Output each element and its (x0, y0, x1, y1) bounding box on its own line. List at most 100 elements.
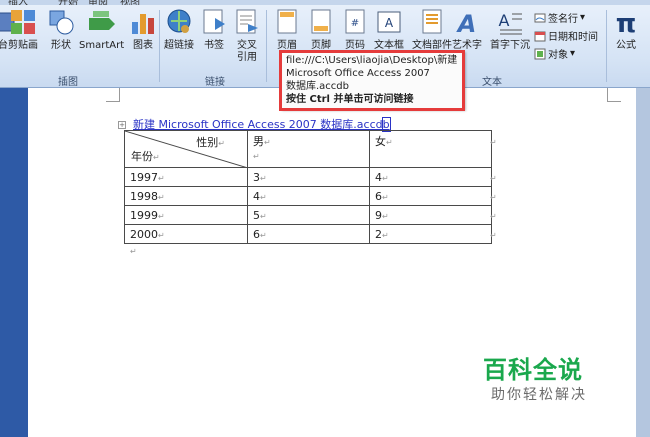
dropcap-label: 首字下沉 (490, 40, 530, 51)
right-margin-bar (636, 88, 650, 437)
crossref-icon (232, 8, 262, 36)
textbox-icon: A (374, 8, 404, 36)
data-table[interactable]: 性别↵ 年份↵ 男↵ ↵ 女↵ 1997↵ 3↵ 4↵ 1998↵ 4↵ 6↵ 1… (124, 130, 492, 244)
row-end-mark: ↵ (490, 193, 497, 202)
dropcap-icon: A (495, 8, 525, 36)
row-end-mark: ↵ (490, 174, 497, 183)
equation-button[interactable]: π 公式 (611, 8, 641, 52)
header-male[interactable]: 男↵ ↵ (247, 130, 370, 168)
bookmark-button[interactable]: 书签 (199, 8, 229, 52)
footer-button[interactable]: 页脚 (306, 8, 336, 52)
cell-male[interactable]: 6↵ (247, 224, 370, 244)
table-row: 1997↵ 3↵ 4↵ (124, 167, 492, 187)
menu-tab[interactable]: 开始 (58, 0, 78, 5)
crop-mark (106, 88, 120, 102)
dropcap-button[interactable]: A 首字下沉 (490, 8, 530, 52)
header-gender: 性别↵ (196, 136, 225, 149)
header-button[interactable]: 页眉 (272, 8, 302, 52)
paragraph-mark: ↵ (130, 247, 137, 256)
hyperlink-button[interactable]: 超链接 (164, 8, 194, 52)
shapes-button[interactable]: 形状 (46, 8, 76, 52)
textbox-button[interactable]: A 文本框 (374, 8, 404, 52)
left-margin-bar (0, 88, 28, 437)
hyperlink-label: 超链接 (164, 40, 194, 51)
equation-label: 公式 (616, 40, 636, 51)
wordart-icon: A (452, 8, 482, 36)
table-row: 1998↵ 4↵ 6↵ (124, 186, 492, 206)
crossref-button[interactable]: 交叉 引用 (232, 8, 262, 64)
picture-label: 台 (0, 40, 8, 51)
datetime-label: 日期和时间 (548, 32, 598, 43)
cell-male[interactable]: 4↵ (247, 186, 370, 206)
group-separator (159, 10, 160, 82)
cell-male[interactable]: 3↵ (247, 167, 370, 187)
cell-year[interactable]: 2000↵ (124, 224, 248, 244)
svg-text:A: A (456, 10, 477, 36)
cell-year[interactable]: 1997↵ (124, 167, 248, 187)
dropdown-arrow-icon: ▾ (570, 48, 576, 59)
row-end-mark: ↵ (490, 231, 497, 240)
datetime-button[interactable]: 日期和时间 (534, 28, 598, 43)
tooltip-path-line3: 数据库.accdb (286, 81, 349, 92)
smartart-label: SmartArt (79, 40, 125, 51)
hyperlink-tooltip: file:///C:\Users\liaojia\Desktop\新建 Micr… (281, 51, 465, 110)
cell-year[interactable]: 1999↵ (124, 205, 248, 225)
tooltip-path-line2: Microsoft Office Access 2007 (286, 68, 430, 79)
bookmark-icon (199, 8, 229, 36)
crop-mark (607, 88, 621, 102)
shapes-label: 形状 (51, 40, 71, 51)
clipart-icon (8, 8, 38, 36)
tooltip-hint: 按住 Ctrl 并单击可访问链接 (286, 94, 414, 105)
cell-female[interactable]: 9↵ (369, 205, 492, 225)
tooltip-path-line1: file:///C:\Users\liaojia\Desktop\新建 (286, 55, 458, 66)
group-separator (606, 10, 607, 82)
chart-icon (128, 8, 158, 36)
svg-text:A: A (385, 16, 394, 30)
chart-button[interactable]: 图表 (128, 8, 158, 52)
signature-label: 签名行 (548, 14, 578, 25)
menu-tab[interactable]: 视图 (120, 0, 140, 5)
group-separator (266, 10, 267, 82)
smartart-icon (87, 8, 117, 36)
pi-icon: π (611, 8, 641, 36)
object-button[interactable]: 对象 ▾ (534, 46, 575, 61)
cell-male[interactable]: 5↵ (247, 205, 370, 225)
cell-female[interactable]: 2↵ (369, 224, 492, 244)
table-move-handle-icon[interactable]: + (118, 121, 126, 129)
cell-female[interactable]: 6↵ (369, 186, 492, 206)
header-female[interactable]: 女↵ (369, 130, 492, 168)
table-header-row: 性别↵ 年份↵ 男↵ ↵ 女↵ (124, 130, 492, 168)
shapes-icon (46, 8, 76, 36)
diagonal-header-cell[interactable]: 性别↵ 年份↵ (124, 130, 248, 168)
svg-text:#: # (351, 18, 359, 29)
cell-year[interactable]: 1998↵ (124, 186, 248, 206)
quickparts-icon (417, 8, 447, 36)
cell-female[interactable]: 4↵ (369, 167, 492, 187)
footer-icon (306, 8, 336, 36)
chart-label: 图表 (133, 40, 153, 51)
page-number-button[interactable]: # 页码 (340, 8, 370, 52)
calendar-icon (534, 31, 546, 41)
menu-tab[interactable]: 审阅 (88, 0, 108, 5)
object-label: 对象 (548, 50, 568, 61)
row-end-mark: ↵ (490, 138, 497, 147)
signature-line-button[interactable]: 签名行 ▾ (534, 10, 585, 25)
bookmark-label: 书签 (204, 40, 224, 51)
table-row: 1999↵ 5↵ 9↵ (124, 205, 492, 225)
clipart-button[interactable]: 剪贴画 (8, 8, 38, 52)
wordart-button[interactable]: A 艺术字 (452, 8, 482, 52)
smartart-button[interactable]: SmartArt (79, 8, 124, 52)
object-icon (534, 48, 546, 59)
header-icon (272, 8, 302, 36)
group-label-links: 链接 (205, 77, 225, 88)
dropdown-arrow-icon: ▾ (580, 12, 586, 23)
row-end-mark: ↵ (490, 212, 497, 221)
watermark-title: 百科全说 (483, 356, 583, 384)
signature-icon (534, 13, 546, 22)
clipart-label: 剪贴画 (8, 40, 38, 51)
hyperlink-icon (164, 8, 194, 36)
crossref-label-2: 引用 (237, 52, 257, 63)
watermark-subtitle: 助你轻松解决 (491, 387, 587, 403)
quickparts-button[interactable]: 文档部件 (412, 8, 452, 52)
menu-tab[interactable]: 插入 (8, 0, 28, 5)
